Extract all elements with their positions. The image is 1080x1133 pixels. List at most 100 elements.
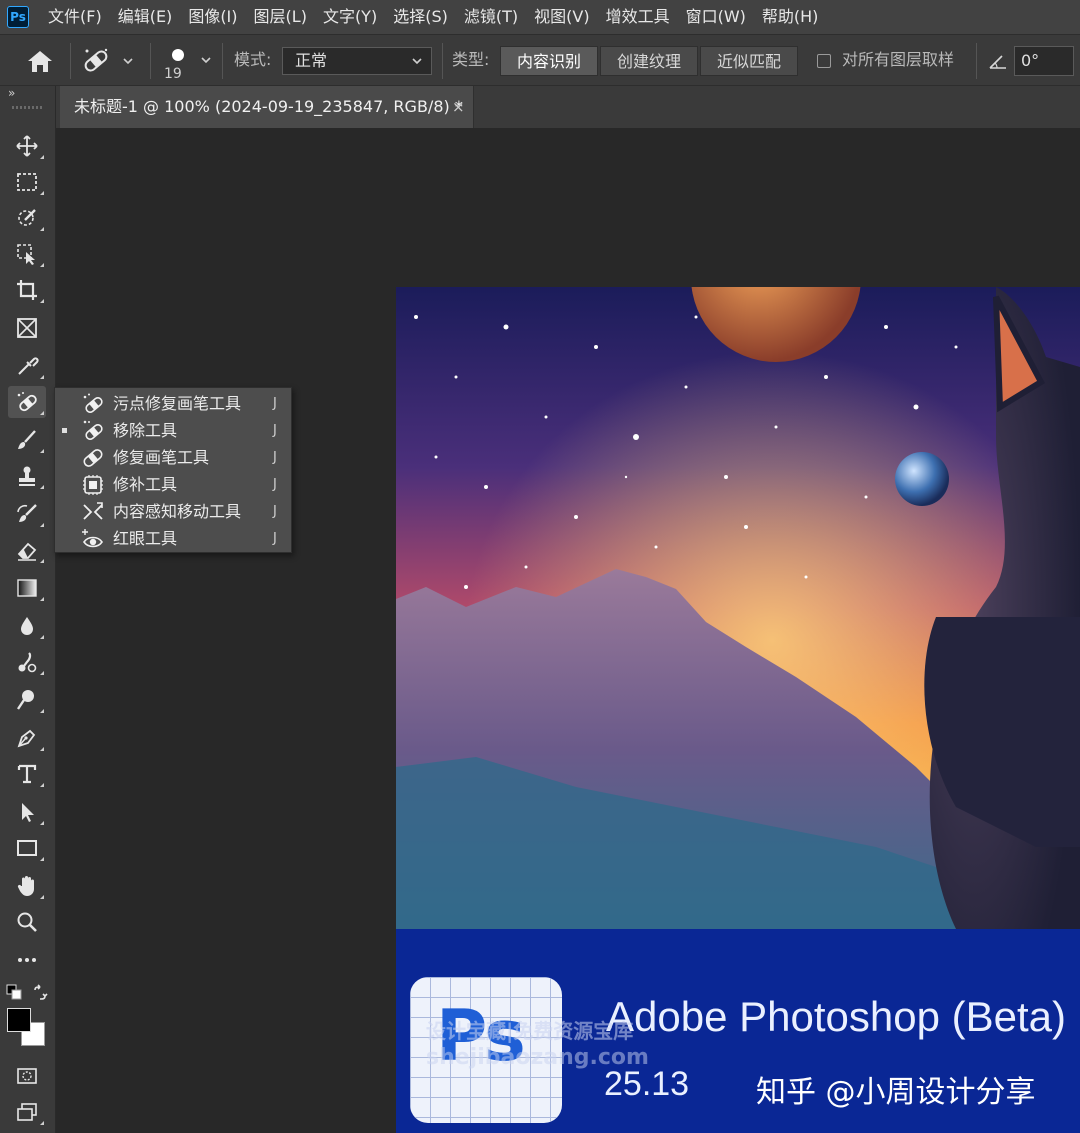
swap-colors-icon[interactable] <box>31 984 49 1002</box>
version-number: 25.13 <box>604 1065 690 1103</box>
history-brush-icon <box>17 504 37 522</box>
hand-tool[interactable] <box>8 870 46 902</box>
foreground-color-swatch[interactable] <box>7 1008 31 1032</box>
brush-tool[interactable] <box>8 424 46 456</box>
blur-tool[interactable] <box>8 610 46 642</box>
flyout-item-label: 红眼工具 <box>113 529 178 548</box>
menu-file[interactable]: 文件(F) <box>40 0 110 34</box>
flyout-item-spot-healing-brush[interactable]: 污点修复画笔工具 J <box>55 390 291 417</box>
flyout-item-red-eye[interactable]: 红眼工具 J <box>55 525 291 552</box>
shortcut-key: J <box>273 423 277 438</box>
document-tab[interactable]: 未标题-1 @ 100% (2024-09-19_235847, RGB/8) … <box>60 86 474 128</box>
dodge-tool[interactable] <box>8 684 46 716</box>
brush-picker-chevron-icon[interactable] <box>200 55 212 68</box>
type-label: 类型: <box>452 50 490 69</box>
move-tool[interactable] <box>8 130 46 162</box>
menu-layer[interactable]: 图层(L) <box>246 0 315 34</box>
sample-all-layers-label: 对所有图层取样 <box>842 50 955 69</box>
eraser-tool[interactable] <box>8 534 46 566</box>
type-proximity-match-button[interactable]: 近似匹配 <box>700 46 799 76</box>
chevron-down-icon <box>411 48 423 84</box>
close-icon[interactable]: × <box>452 86 465 128</box>
spot-healing-icon <box>84 48 133 72</box>
red-eye-icon <box>82 529 103 548</box>
pen-tool[interactable] <box>8 722 46 754</box>
shortcut-key: J <box>273 504 277 519</box>
brush-tip-icon[interactable] <box>170 47 186 63</box>
type-segmented-control: 内容识别 创建纹理 近似匹配 <box>500 46 800 76</box>
menu-type[interactable]: 文字(Y) <box>315 0 385 34</box>
type-create-texture-button[interactable]: 创建纹理 <box>600 46 699 76</box>
remove-tool-icon <box>83 420 103 441</box>
menu-plugins[interactable]: 增效工具 <box>598 0 678 34</box>
default-colors-icon[interactable] <box>6 984 22 1000</box>
menu-image[interactable]: 图像(I) <box>180 0 245 34</box>
zoom-tool[interactable] <box>8 906 46 938</box>
flyout-item-label: 污点修复画笔工具 <box>113 394 242 413</box>
smudge-tool[interactable] <box>8 646 46 678</box>
eyedropper-tool[interactable] <box>8 350 46 382</box>
more-tools-icon <box>18 958 36 962</box>
flyout-item-content-aware-move[interactable]: 内容感知移动工具 J <box>55 498 291 525</box>
spot-healing-brush-icon <box>83 393 103 414</box>
quick-select-tool[interactable] <box>8 202 46 234</box>
type-content-aware-button[interactable]: 内容识别 <box>500 46 599 76</box>
splash-image: Ps Adobe Photoshop (Beta) 25.13 设计宝藏|免费资… <box>396 287 1080 1133</box>
rectangle-tool[interactable] <box>8 832 46 864</box>
home-button[interactable] <box>20 47 60 75</box>
dodge-icon <box>17 690 34 710</box>
photoshop-logo: Ps <box>7 6 29 28</box>
menu-window[interactable]: 窗口(W) <box>678 0 754 34</box>
flyout-item-label: 修补工具 <box>113 475 178 494</box>
edit-toolbar-button[interactable] <box>8 944 46 976</box>
frame-tool[interactable] <box>8 312 46 344</box>
flyout-item-healing-brush[interactable]: 修复画笔工具 J <box>55 444 291 471</box>
healing-tools-flyout: 污点修复画笔工具 J 移除工具 J 修复画笔工具 J 修补工具 J 内容感知移动… <box>54 387 292 553</box>
mode-label: 模式: <box>234 50 272 69</box>
marquee-tool[interactable] <box>8 166 46 198</box>
flyout-item-patch-tool[interactable]: 修补工具 J <box>55 471 291 498</box>
healing-tool[interactable] <box>8 386 46 418</box>
product-name: Adobe Photoshop (Beta) <box>606 993 1066 1040</box>
sample-all-layers-checkbox[interactable] <box>817 54 831 68</box>
angle-input[interactable]: 0° <box>1014 46 1074 76</box>
collapse-panel-icon[interactable]: » <box>8 86 15 100</box>
type-tool[interactable] <box>8 758 46 790</box>
tools-panel: » <box>0 86 56 1133</box>
path-select-icon <box>22 803 34 822</box>
path-select-tool[interactable] <box>8 796 46 828</box>
clone-stamp-icon <box>19 466 35 486</box>
crop-tool[interactable] <box>8 274 46 306</box>
tool-preset-picker[interactable] <box>80 45 142 77</box>
screen-mode-button[interactable] <box>8 1096 46 1128</box>
history-brush-tool[interactable] <box>8 498 46 530</box>
spot-healing-icon <box>17 392 37 412</box>
gradient-icon <box>17 579 37 597</box>
flyout-item-remove-tool[interactable]: 移除工具 J <box>55 417 291 444</box>
author-credit: 知乎 @小周设计分享 <box>756 1075 1036 1110</box>
object-select-icon <box>17 244 35 265</box>
document-tab-bar: 未标题-1 @ 100% (2024-09-19_235847, RGB/8) … <box>56 86 1080 128</box>
menu-filter[interactable]: 滤镜(T) <box>456 0 526 34</box>
crop-icon <box>17 280 37 300</box>
healing-brush-icon <box>83 449 103 467</box>
angle-icon <box>988 51 1008 75</box>
menu-edit[interactable]: 编辑(E) <box>110 0 181 34</box>
menu-items: 文件(F) 编辑(E) 图像(I) 图层(L) 文字(Y) 选择(S) 滤镜(T… <box>40 0 826 34</box>
gradient-tool[interactable] <box>8 572 46 604</box>
pen-icon <box>17 729 36 748</box>
move-icon <box>16 135 38 157</box>
object-select-tool[interactable] <box>8 238 46 270</box>
menu-view[interactable]: 视图(V) <box>526 0 597 34</box>
menu-bar: Ps 文件(F) 编辑(E) 图像(I) 图层(L) 文字(Y) 选择(S) 滤… <box>0 0 1080 34</box>
panel-grip[interactable] <box>12 106 42 109</box>
mode-select-value: 正常 <box>295 51 328 70</box>
quick-mask-button[interactable] <box>8 1060 46 1092</box>
mode-select[interactable]: 正常 <box>282 47 432 75</box>
menu-select[interactable]: 选择(S) <box>385 0 456 34</box>
eraser-icon <box>17 542 37 561</box>
clone-stamp-tool[interactable] <box>8 460 46 492</box>
menu-help[interactable]: 帮助(H) <box>754 0 827 34</box>
flyout-item-label: 修复画笔工具 <box>113 448 210 467</box>
brush-size-value: 19 <box>164 66 182 82</box>
